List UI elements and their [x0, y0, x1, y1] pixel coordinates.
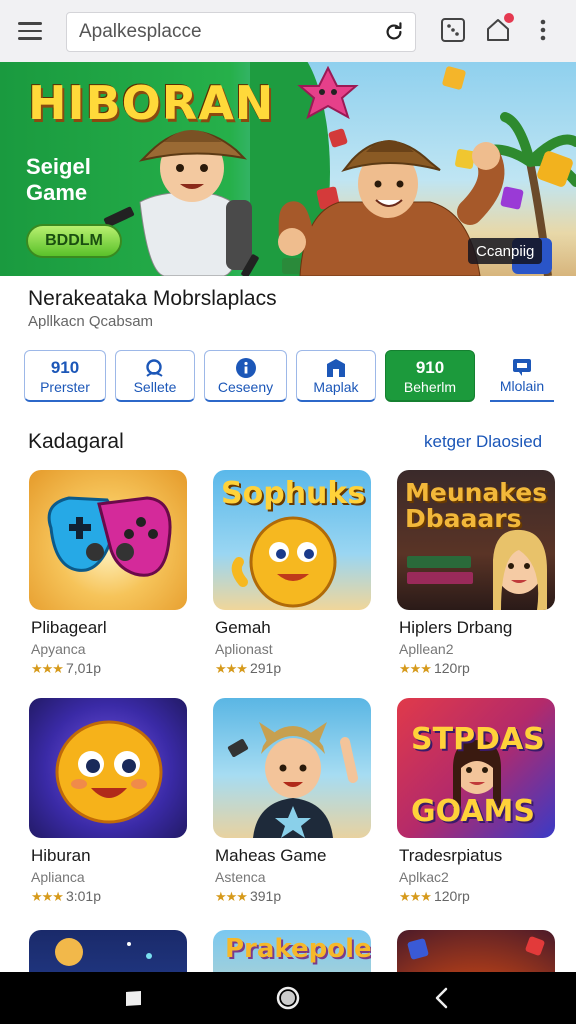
- rating-stars-icon: ★★★: [31, 661, 64, 676]
- app-category: Apyanca: [31, 641, 86, 657]
- section-title: Kadagaral: [28, 430, 124, 453]
- rating-stars-icon: ★★★: [215, 661, 248, 676]
- app-thumbnail[interactable]: Meunakes Dbaaars: [397, 470, 555, 610]
- app-category: Apllean2: [399, 641, 454, 657]
- chip-beherlm[interactable]: 910 Beherlm: [385, 350, 475, 402]
- app-thumbnail[interactable]: [213, 698, 371, 838]
- app-rating: ★★★ 120rp: [399, 660, 470, 677]
- app-category: Aplianca: [31, 869, 85, 885]
- banner-button[interactable]: BDDLM: [26, 224, 122, 258]
- chip-label: Sellete: [133, 378, 177, 395]
- chip-ceseeny[interactable]: Ceseeny: [204, 350, 287, 402]
- section-see-all-link[interactable]: ketger Dlaosied: [424, 432, 542, 452]
- thumbnail-title: Prakepolers: [225, 934, 371, 964]
- reload-icon[interactable]: [383, 21, 405, 43]
- app-category: Aplkac2: [399, 869, 449, 885]
- character-icon: [407, 529, 547, 610]
- app-name: Hiburan: [31, 846, 91, 865]
- more-icon[interactable]: [530, 17, 556, 43]
- app-thumbnail[interactable]: Sophuks: [213, 470, 371, 610]
- app-rating: ★★★ 291p: [215, 660, 281, 677]
- app-name: Tradesrpiatus: [399, 846, 503, 865]
- chip-label: Prerster: [40, 378, 90, 395]
- app-rating: ★★★ 3:01p: [31, 888, 101, 905]
- app-thumbnail[interactable]: [29, 470, 187, 610]
- rating-value: 120rp: [433, 660, 470, 676]
- app-card[interactable]: Prakepolers: [213, 930, 373, 972]
- rating-value: 3:01p: [65, 888, 102, 904]
- banner-corner-label: Ccanpiig: [468, 238, 543, 264]
- search-bar[interactable]: [66, 12, 416, 52]
- menu-icon[interactable]: [18, 12, 56, 50]
- app-thumbnail[interactable]: [397, 930, 555, 972]
- app-card[interactable]: [29, 930, 189, 972]
- app-rating: ★★★ 120rp: [399, 888, 470, 905]
- rating-stars-icon: ★★★: [215, 889, 248, 904]
- app-thumbnail[interactable]: STPDAS GOAMS: [397, 698, 555, 838]
- search-input[interactable]: [79, 21, 369, 43]
- rating-value: 391p: [249, 888, 282, 904]
- dice-icon: [407, 936, 545, 960]
- back-icon[interactable]: [428, 984, 456, 1012]
- search-icon: [146, 358, 163, 377]
- app-name: Hiplers Drbang: [399, 618, 513, 637]
- app-card[interactable]: STPDAS GOAMS Tradesrpiatus Aplkac2 ★★★ 12…: [397, 698, 557, 904]
- chip-label: Maplak: [313, 378, 359, 395]
- rating-stars-icon: ★★★: [399, 661, 432, 676]
- chat-icon: [513, 359, 531, 376]
- banner-title: HIBORAN: [28, 76, 275, 130]
- app-card[interactable]: Meunakes Dbaaars Hiplers Drbang Apllean2…: [397, 470, 557, 676]
- chip-count: 910: [415, 357, 445, 377]
- chip-label: Beherlm: [403, 378, 457, 395]
- hero-banner[interactable]: HIBORAN Seigel Game BDDLM Ccanpiig: [0, 62, 576, 276]
- rating-stars-icon: ★★★: [31, 889, 64, 904]
- chip-label: Ceseeny: [217, 378, 274, 395]
- chip-count: 910: [50, 357, 80, 377]
- gamepad-icon: [47, 496, 172, 577]
- page-subtitle: Apllkacn Qcabsam: [28, 313, 154, 330]
- app-thumbnail[interactable]: [29, 698, 187, 838]
- app-card[interactable]: [397, 930, 557, 972]
- character-icon: [55, 720, 163, 824]
- app-thumbnail[interactable]: [29, 930, 187, 972]
- chip-mlolain[interactable]: Mlolain: [490, 350, 554, 402]
- app-name: Plibagearl: [31, 618, 107, 637]
- thumbnail-title: STPDAS GOAMS: [411, 722, 545, 829]
- rating-value: 120rp: [433, 888, 470, 904]
- banner-subtitle: Seigel Game: [26, 154, 91, 205]
- system-nav-bar: [0, 972, 576, 1024]
- app-thumbnail[interactable]: Prakepolers: [213, 930, 371, 972]
- character-icon: [231, 516, 337, 608]
- rating-stars-icon: ★★★: [399, 889, 432, 904]
- category-chips: 910 Prerster Sellete Ceseeny Maplak 910 …: [24, 350, 554, 402]
- info-icon: [235, 357, 256, 378]
- dice-icon[interactable]: [440, 17, 466, 43]
- app-name: Maheas Game: [215, 846, 327, 865]
- recents-icon[interactable]: [120, 984, 148, 1012]
- app-card[interactable]: Plibagearl Apyanca ★★★ 7,01p: [29, 470, 189, 676]
- chip-sellete[interactable]: Sellete: [115, 350, 195, 402]
- app-category: Aplionast: [215, 641, 273, 657]
- app-rating: ★★★ 391p: [215, 888, 281, 905]
- chip-label: Mlolain: [499, 378, 545, 394]
- chip-prerster[interactable]: 910 Prerster: [24, 350, 106, 402]
- notification-home-button[interactable]: [485, 12, 515, 43]
- app-rating: ★★★ 7,01p: [31, 660, 101, 677]
- app-card[interactable]: Sophuks Gemah Aplionast ★★★ 291p: [213, 470, 373, 676]
- notification-badge: [503, 12, 515, 24]
- app-name: Gemah: [215, 618, 271, 637]
- app-card[interactable]: Maheas Game Astenca ★★★ 391p: [213, 698, 373, 904]
- character-icon: [55, 938, 152, 966]
- app-category: Astenca: [215, 869, 266, 885]
- character-icon: [227, 722, 358, 838]
- page-title: Nerakeataka Mobrslaplacs: [28, 287, 277, 310]
- rating-value: 7,01p: [65, 660, 102, 676]
- rating-value: 291p: [249, 660, 282, 676]
- home-circle-icon[interactable]: [274, 984, 302, 1012]
- app-card[interactable]: Hiburan Aplianca ★★★ 3:01p: [29, 698, 189, 904]
- top-bar: [0, 0, 576, 62]
- chip-maplak[interactable]: Maplak: [296, 350, 376, 402]
- store-icon: [327, 358, 345, 377]
